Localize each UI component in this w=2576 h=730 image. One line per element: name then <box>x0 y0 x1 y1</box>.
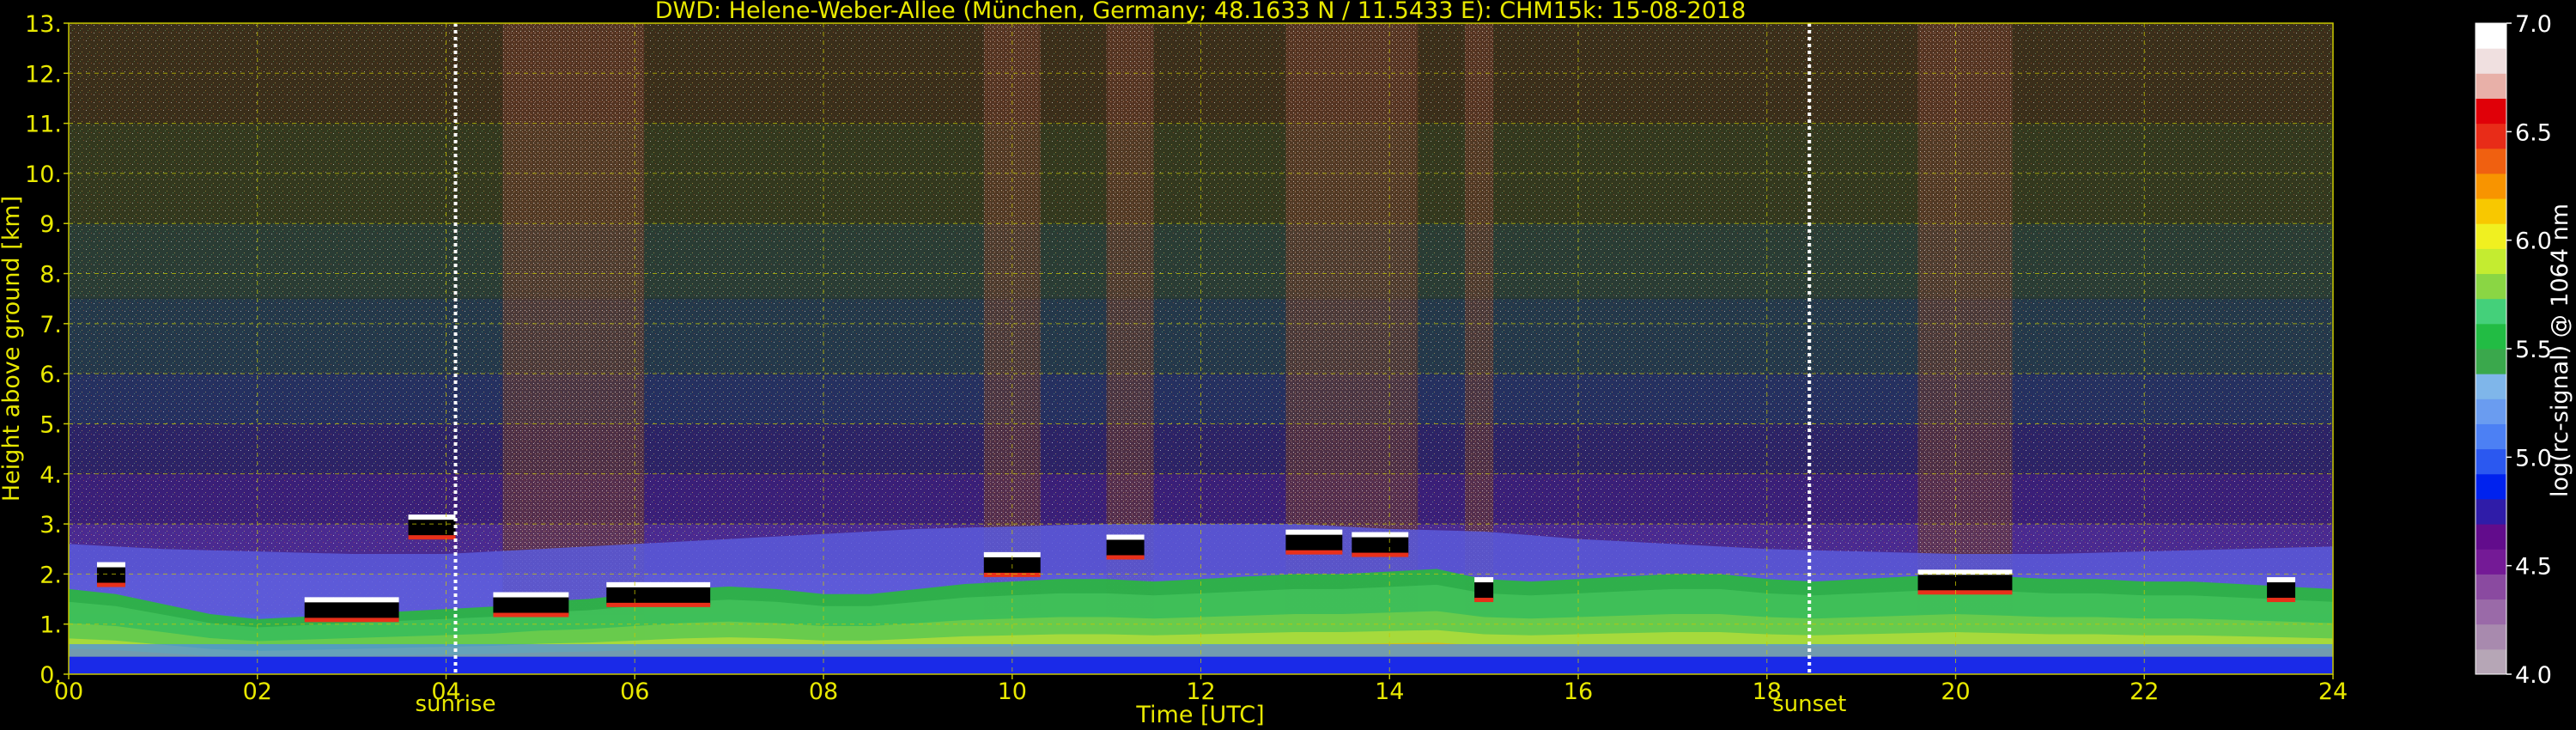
colorbar-segment <box>2476 173 2506 199</box>
colorbar-segment <box>2476 223 2506 249</box>
colorbar-segment <box>2476 48 2506 74</box>
y-tick-label: 9. <box>39 211 62 238</box>
x-tick-label: 08 <box>809 678 838 705</box>
cloud-edge <box>1352 552 1409 557</box>
cloud-top <box>96 562 125 568</box>
colorbar-segment <box>2476 574 2506 600</box>
colorbar-segment <box>2476 549 2506 575</box>
colorbar-segment <box>2476 298 2506 325</box>
y-tick-label: 13. <box>25 11 62 38</box>
cloud-edge <box>493 612 569 617</box>
cloud-base-shadow <box>1106 538 1145 557</box>
y-tick-label: 6. <box>39 362 62 388</box>
cloud-edge <box>408 535 456 540</box>
colorbar-segment <box>2476 273 2506 300</box>
y-axis-label: Height above ground [km] <box>0 196 25 502</box>
cloud-base-shadow <box>493 595 569 615</box>
y-tick-label: 5. <box>39 411 62 438</box>
cloud-edge <box>1106 555 1145 560</box>
colorbar <box>2475 22 2507 675</box>
colorbar-segment <box>2476 98 2506 125</box>
cloud-edge <box>2267 598 2296 603</box>
cloud-top <box>493 592 569 598</box>
y-tick-label: 12. <box>25 61 62 88</box>
colorbar-tick-label: 4.0 <box>2515 662 2552 689</box>
cloud-edge <box>1285 550 1343 555</box>
cloud-base-shadow <box>2267 581 2296 600</box>
colorbar-segment <box>2476 323 2506 350</box>
colorbar-tick-label: 6.5 <box>2515 119 2552 146</box>
colorbar-segment <box>2476 473 2506 500</box>
x-tick-label: 06 <box>620 678 649 705</box>
y-axis: 0. 1. 2. 3. 4. 5. 6. 7. 8. 9. 10. 11. 12. 13. <box>25 11 69 689</box>
colorbar-segment <box>2476 423 2506 450</box>
x-tick-label: 10 <box>998 678 1027 705</box>
x-tick-label: 02 <box>243 678 272 705</box>
marker-label-sunrise: sunrise <box>416 691 496 717</box>
y-tick-label: 11. <box>25 112 62 138</box>
cloud-base-shadow <box>1474 581 1494 600</box>
ceilometer-chart: DWD: Helene-Weber-Allee (München, German… <box>0 0 2573 728</box>
colorbar-segment <box>2476 624 2506 650</box>
colorbar-segment <box>2476 448 2506 475</box>
cloud-top <box>1106 534 1145 540</box>
colorbar-segment <box>2476 23 2506 49</box>
cloud-edge <box>304 617 399 623</box>
colorbar-segment <box>2476 374 2506 399</box>
x-tick-label: 16 <box>1564 678 1593 705</box>
cloud-base-shadow <box>96 565 125 585</box>
colorbar-segment <box>2476 524 2506 550</box>
y-tick-label: 8. <box>39 262 62 289</box>
colorbar-segment <box>2476 198 2506 224</box>
colorbar-segment <box>2476 648 2506 675</box>
x-axis-label: Time [UTC] <box>1135 702 1264 728</box>
y-tick-label: 10. <box>25 161 62 188</box>
cloud-top <box>1352 532 1409 538</box>
y-tick-label: 4. <box>39 462 62 489</box>
cloud-top <box>1285 529 1343 535</box>
colorbar-segment <box>2476 73 2506 99</box>
cloud-top <box>606 581 711 587</box>
plot-area <box>69 23 2333 674</box>
cloud-edge <box>96 582 125 587</box>
cloud-base-shadow <box>1352 535 1409 555</box>
x-axis: 00 02 04 06 08 10 12 14 16 18 20 22 24 <box>54 674 2348 705</box>
cloud-top <box>408 514 456 520</box>
cloud-top <box>2267 577 2296 583</box>
colorbar-tick-label: 4.5 <box>2515 554 2552 581</box>
colorbar-segment <box>2476 148 2506 174</box>
colorbar-segment <box>2476 123 2506 149</box>
colorbar-segment <box>2476 398 2506 424</box>
cloud-base-shadow <box>408 518 456 538</box>
x-tick-label: 22 <box>2129 678 2159 705</box>
x-tick-label: 20 <box>1941 678 1970 705</box>
marker-label-sunset: sunset <box>1772 691 1846 717</box>
colorbar-ticks: 4.04.55.05.56.06.57.0 <box>2506 11 2552 689</box>
y-tick-label: 3. <box>39 512 62 538</box>
cloud-edge <box>1917 590 2013 595</box>
chart-title: DWD: Helene-Weber-Allee (München, German… <box>655 0 1747 24</box>
colorbar-segment <box>2476 498 2506 525</box>
cloud-edge <box>1474 598 1494 603</box>
colorbar-segment <box>2476 248 2506 275</box>
x-tick-label: 24 <box>2318 678 2348 705</box>
cloud-base-shadow <box>1917 573 2013 593</box>
cloud-top <box>1474 577 1494 583</box>
colorbar-tick-label: 7.0 <box>2515 11 2552 38</box>
colorbar-segment <box>2476 349 2506 374</box>
cloud-top <box>304 597 399 603</box>
cloud-base-shadow <box>606 585 711 605</box>
colorbar-segment <box>2476 599 2506 625</box>
cloud-base-shadow <box>1285 532 1343 552</box>
cloud-base-shadow <box>304 600 399 620</box>
colorbar-label: log(rc-signal) @ 1064 nm <box>2547 204 2573 497</box>
y-tick-label: 7. <box>39 312 62 338</box>
x-tick-label: 14 <box>1375 678 1404 705</box>
y-tick-label: 0. <box>39 662 62 689</box>
y-tick-label: 1. <box>39 612 62 639</box>
y-tick-label: 2. <box>39 562 62 588</box>
cloud-edge <box>606 602 711 607</box>
